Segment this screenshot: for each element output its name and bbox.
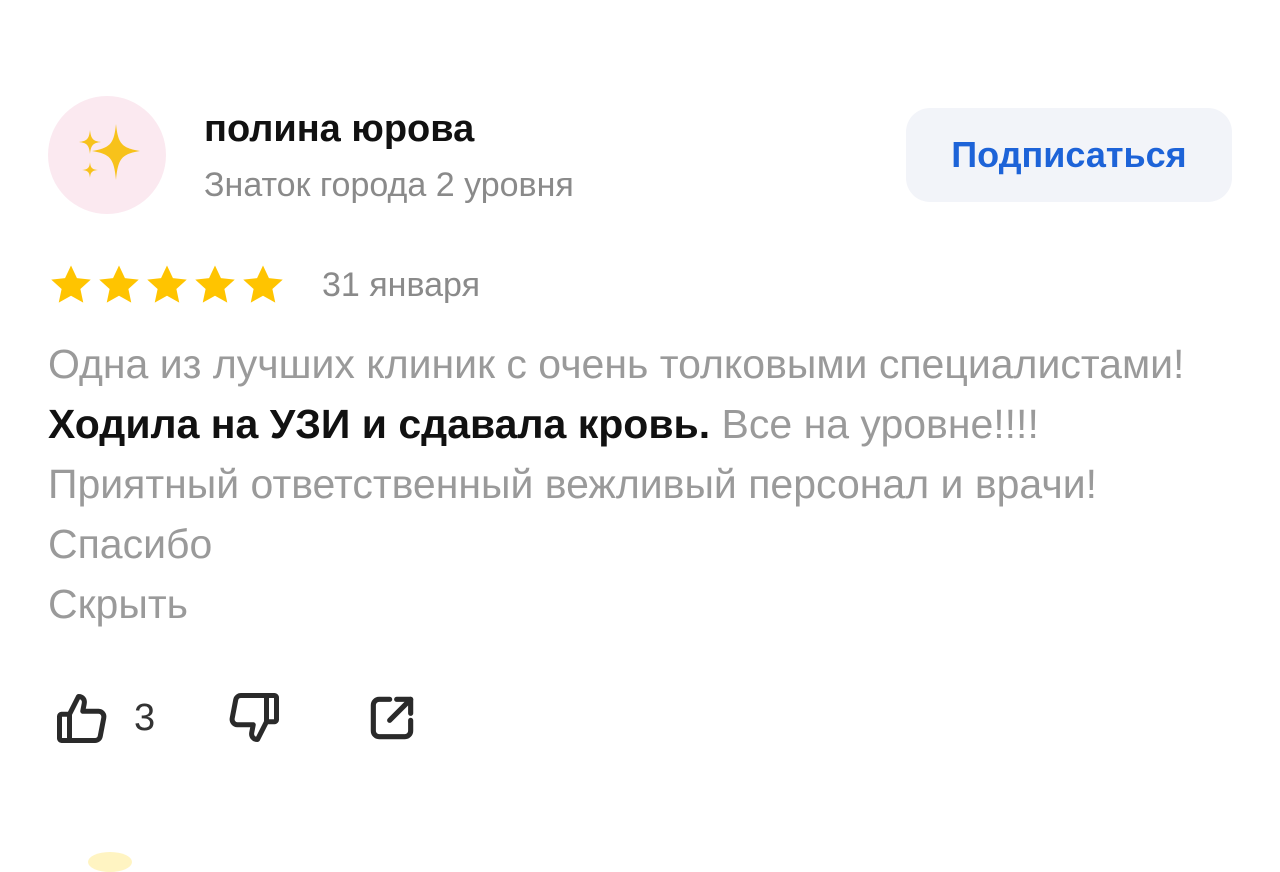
like-button[interactable]: 3 [52, 688, 155, 748]
share-button[interactable] [364, 688, 420, 748]
review-text: Одна из лучших клиник с очень толковыми … [48, 334, 1228, 574]
star-icon [195, 265, 235, 303]
avatar[interactable] [48, 96, 166, 214]
star-icon [147, 265, 187, 303]
thumbs-down-icon [229, 693, 279, 742]
share-icon [370, 696, 414, 740]
author-name[interactable]: полина юрова [204, 106, 474, 152]
dislike-button[interactable] [224, 688, 284, 748]
review-text-part1: Одна из лучших клиник с очень толковыми … [48, 341, 1185, 387]
sparkles-icon [79, 124, 140, 180]
review-text-highlight: Ходила на УЗИ и сдавала кровь. [48, 401, 711, 447]
review-date: 31 января [322, 266, 480, 304]
next-review-avatar [88, 852, 132, 872]
like-count: 3 [134, 697, 156, 739]
star-icon [99, 265, 139, 303]
thumbs-up-icon [57, 694, 107, 743]
hide-review-link[interactable]: Скрыть [48, 574, 188, 634]
star-rating [48, 262, 286, 308]
subscribe-button[interactable]: Подписаться [906, 108, 1232, 202]
author-level: Знаток города 2 уровня [204, 166, 574, 204]
star-icon [243, 265, 283, 303]
star-icon [51, 265, 91, 303]
